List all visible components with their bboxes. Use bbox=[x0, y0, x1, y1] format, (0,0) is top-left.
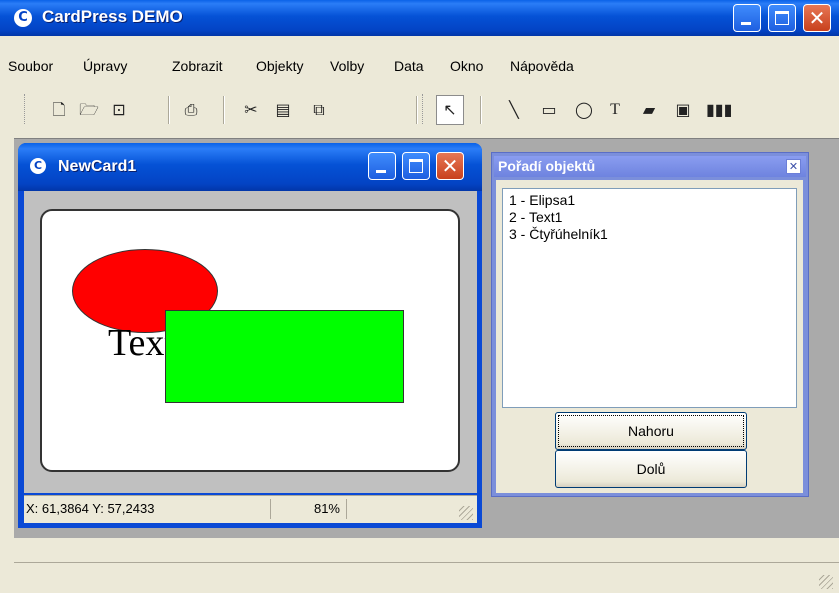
select-tool-button[interactable]: ↖ bbox=[436, 95, 464, 125]
app-title: CardPress DEMO bbox=[42, 7, 183, 26]
copy-icon[interactable]: ▤ bbox=[272, 99, 294, 121]
rectangle-tool-icon[interactable]: ▭ bbox=[538, 99, 560, 121]
barcode-tool-icon[interactable]: ▮▮▮ bbox=[706, 99, 732, 121]
open-file-icon[interactable]: 🗁 bbox=[78, 99, 100, 121]
rectangle-object[interactable] bbox=[165, 310, 404, 403]
main-titlebar[interactable]: C CardPress DEMO ✕ bbox=[0, 0, 839, 36]
app-icon: C bbox=[14, 9, 32, 27]
paste-icon[interactable]: ⧉ bbox=[308, 99, 330, 121]
child-close-button[interactable]: ✕ bbox=[436, 152, 464, 180]
cursor-coordinates: X: 61,3864 Y: 57,2433 bbox=[26, 499, 271, 519]
toolbar: 🗋 🗁 ⊡ ⎙ ✂ ▤ ⧉ ↖ ╲ ▭ ◯ T ▰ ▣ ▮▮▮ bbox=[18, 88, 839, 132]
maximize-icon bbox=[409, 159, 423, 173]
main-status-bar bbox=[14, 562, 839, 593]
child-app-icon: C bbox=[30, 158, 46, 174]
menu-soubor[interactable]: Soubor bbox=[8, 58, 53, 74]
child-window-title: NewCard1 bbox=[58, 158, 137, 175]
menu-upravy[interactable]: Úpravy bbox=[83, 58, 127, 74]
menu-volby[interactable]: Volby bbox=[330, 58, 364, 74]
child-window-titlebar[interactable]: C NewCard1 ✕ bbox=[18, 143, 482, 191]
child-resize-grip-icon[interactable] bbox=[459, 506, 473, 520]
close-button[interactable]: ✕ bbox=[803, 4, 831, 32]
move-down-button[interactable]: Dolů bbox=[555, 450, 747, 488]
child-minimize-button[interactable] bbox=[368, 152, 396, 180]
cut-icon[interactable]: ✂ bbox=[240, 99, 262, 121]
close-icon: ✕ bbox=[441, 154, 459, 178]
maximize-icon bbox=[775, 11, 789, 25]
close-icon: ✕ bbox=[808, 6, 826, 30]
print-icon[interactable]: ⎙ bbox=[180, 99, 202, 121]
panel-close-icon[interactable]: ✕ bbox=[786, 159, 801, 174]
object-order-list[interactable]: 1 - Elipsa1 2 - Text1 3 - Čtyřúhelník1 bbox=[502, 188, 797, 408]
menu-napoveda[interactable]: Nápověda bbox=[510, 58, 574, 74]
maximize-button[interactable] bbox=[768, 4, 796, 32]
move-up-button[interactable]: Nahoru bbox=[555, 412, 747, 450]
zoom-level: 81% bbox=[273, 499, 347, 519]
minimize-icon bbox=[376, 170, 386, 173]
minimize-icon bbox=[741, 22, 751, 25]
new-file-icon[interactable]: 🗋 bbox=[48, 99, 70, 121]
object-order-title: Pořadí objektů bbox=[498, 158, 596, 174]
object-order-titlebar[interactable]: Pořadí objektů ✕ bbox=[494, 156, 806, 177]
line-tool-icon[interactable]: ╲ bbox=[503, 99, 525, 121]
minimize-button[interactable] bbox=[733, 4, 761, 32]
image-tool-icon[interactable]: ▰ bbox=[638, 99, 660, 121]
child-status-bar: X: 61,3864 Y: 57,2433 81% bbox=[24, 495, 477, 523]
picture-frame-tool-icon[interactable]: ▣ bbox=[672, 99, 694, 121]
menu-zobrazit[interactable]: Zobrazit bbox=[172, 58, 223, 74]
menu-objekty[interactable]: Objekty bbox=[256, 58, 303, 74]
card-canvas[interactable]: Text1 bbox=[40, 209, 460, 472]
resize-grip-icon[interactable] bbox=[819, 575, 833, 589]
save-file-icon[interactable]: ⊡ bbox=[108, 99, 130, 121]
ellipse-tool-icon[interactable]: ◯ bbox=[573, 99, 595, 121]
menu-data[interactable]: Data bbox=[394, 58, 424, 74]
list-item[interactable]: 3 - Čtyřúhelník1 bbox=[509, 226, 608, 242]
main-lower-area bbox=[14, 538, 839, 562]
select-arrow-icon: ↖ bbox=[443, 100, 457, 119]
child-maximize-button[interactable] bbox=[402, 152, 430, 180]
list-item[interactable]: 2 - Text1 bbox=[509, 209, 562, 225]
list-item[interactable]: 1 - Elipsa1 bbox=[509, 192, 575, 208]
text-tool-icon[interactable]: T bbox=[604, 99, 626, 121]
menu-okno[interactable]: Okno bbox=[450, 58, 483, 74]
